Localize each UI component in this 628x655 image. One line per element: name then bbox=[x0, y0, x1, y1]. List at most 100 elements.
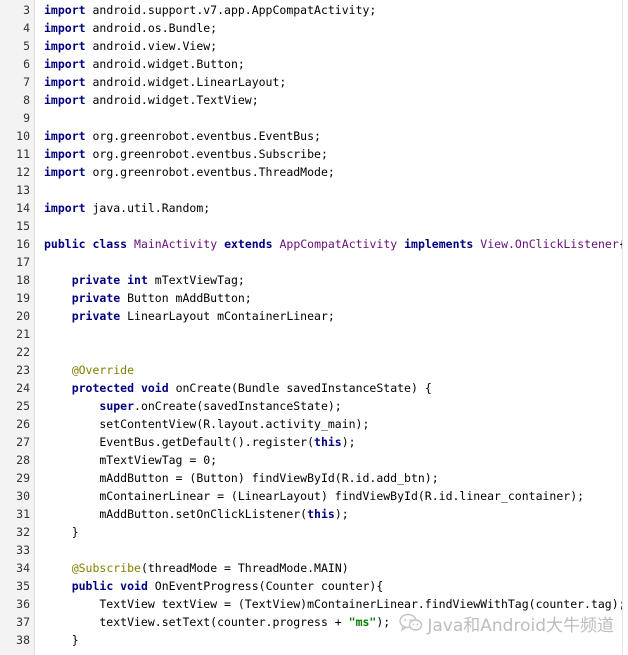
code-token: import bbox=[44, 93, 86, 107]
code-token: this bbox=[314, 435, 342, 449]
code-text: mContainerLinear = (LinearLayout) findVi… bbox=[44, 487, 584, 505]
code-token: (threadMode = ThreadMode.MAIN) bbox=[140, 561, 349, 575]
code-editor[interactable]: 3 import android.support.v7.app.AppCompat… bbox=[0, 0, 623, 655]
code-token: public void bbox=[71, 579, 148, 593]
line-number: 12 bbox=[16, 165, 30, 179]
code-token: import bbox=[44, 75, 86, 89]
code-text: mTextViewTag = 0; bbox=[44, 451, 217, 469]
code-text: import android.os.Bundle; bbox=[44, 19, 217, 37]
line-number: 17 bbox=[16, 255, 30, 269]
line-number: 8 bbox=[23, 93, 30, 107]
wechat-icon bbox=[399, 613, 423, 632]
code-token: private int bbox=[71, 273, 148, 287]
code-token: } bbox=[44, 633, 79, 647]
code-line: 20 private LinearLayout mContainerLinear… bbox=[0, 307, 622, 325]
code-text: import android.widget.TextView; bbox=[44, 91, 259, 109]
code-text: } bbox=[44, 631, 79, 649]
line-number: 11 bbox=[16, 147, 30, 161]
code-line: 7 import android.widget.LinearLayout; bbox=[0, 73, 622, 91]
code-text: textView.setText(counter.progress + "ms"… bbox=[44, 613, 390, 631]
code-text: super.onCreate(savedInstanceState); bbox=[44, 397, 342, 415]
line-number: 7 bbox=[23, 75, 30, 89]
code-text: @Override bbox=[44, 361, 134, 379]
line-number: 35 bbox=[16, 579, 30, 593]
code-line: 21 bbox=[0, 325, 622, 343]
line-number: 25 bbox=[16, 399, 30, 413]
line-number: 34 bbox=[16, 561, 30, 575]
code-token: android.view.View; bbox=[85, 39, 218, 53]
code-text: } bbox=[44, 523, 79, 541]
code-token: EventBus.getDefault().register( bbox=[44, 435, 315, 449]
code-line: 26 setContentView(R.layout.activity_main… bbox=[0, 415, 622, 433]
code-token: import bbox=[44, 3, 86, 17]
code-token: OnEventProgress(Counter counter){ bbox=[147, 579, 384, 593]
code-token: org.greenrobot.eventbus.Subscribe; bbox=[85, 147, 328, 161]
code-text: mAddButton.setOnClickListener(this); bbox=[44, 505, 348, 523]
code-line: 8 import android.widget.TextView; bbox=[0, 91, 622, 109]
code-line: 33 bbox=[0, 541, 622, 559]
code-token: AppCompatActivity bbox=[279, 237, 398, 251]
code-token: org.greenrobot.eventbus.ThreadMode; bbox=[85, 165, 335, 179]
code-line: 4 import android.os.Bundle; bbox=[0, 19, 622, 37]
line-number: 14 bbox=[16, 201, 30, 215]
line-number: 32 bbox=[16, 525, 30, 539]
code-line: 19 private Button mAddButton; bbox=[0, 289, 622, 307]
code-line: 27 EventBus.getDefault().register(this); bbox=[0, 433, 622, 451]
code-token: View.OnClickListener bbox=[480, 237, 619, 251]
code-line: 13 bbox=[0, 181, 622, 199]
code-text: public class MainActivity extends AppCom… bbox=[44, 235, 622, 253]
code-line: 29 mAddButton = (Button) findViewById(R.… bbox=[0, 469, 622, 487]
code-token: Button mAddButton; bbox=[120, 291, 252, 305]
code-token: mTextViewTag; bbox=[147, 273, 245, 287]
code-token: mContainerLinear = (LinearLayout) findVi… bbox=[44, 489, 585, 503]
code-token: java.util.Random; bbox=[85, 201, 211, 215]
line-number: 20 bbox=[16, 309, 30, 323]
line-number: 31 bbox=[16, 507, 30, 521]
code-token: implements bbox=[404, 237, 474, 251]
code-token: { bbox=[619, 237, 622, 251]
code-token: android.os.Bundle; bbox=[85, 21, 218, 35]
code-line: 5 import android.view.View; bbox=[0, 37, 622, 55]
line-number: 9 bbox=[23, 111, 30, 125]
code-token: import bbox=[44, 21, 86, 35]
code-text: public void OnEventProgress(Counter coun… bbox=[44, 577, 384, 595]
code-token: } bbox=[44, 525, 79, 539]
code-token: mTextViewTag = 0; bbox=[44, 453, 218, 467]
code-token: @Override bbox=[71, 363, 135, 377]
line-number: 33 bbox=[16, 543, 30, 557]
code-line: 9 bbox=[0, 109, 622, 127]
line-number: 22 bbox=[16, 345, 30, 359]
code-line: 10 import org.greenrobot.eventbus.EventBu… bbox=[0, 127, 622, 145]
line-number: 15 bbox=[16, 219, 30, 233]
code-token: mAddButton = (Button) findViewById(R.id.… bbox=[44, 471, 439, 485]
line-number: 26 bbox=[16, 417, 30, 431]
code-token: public class bbox=[44, 237, 128, 251]
code-text: private int mTextViewTag; bbox=[44, 271, 245, 289]
code-line: 35 public void OnEventProgress(Counter c… bbox=[0, 577, 622, 595]
line-number: 27 bbox=[16, 435, 30, 449]
code-token: LinearLayout mContainerLinear; bbox=[120, 309, 335, 323]
code-token: ); bbox=[376, 615, 391, 629]
code-token: this bbox=[307, 507, 335, 521]
code-token: android.widget.Button; bbox=[85, 57, 245, 71]
code-text: import android.view.View; bbox=[44, 37, 217, 55]
code-line: 23 @Override bbox=[0, 361, 622, 379]
code-line: 24 protected void onCreate(Bundle savedI… bbox=[0, 379, 622, 397]
code-line: 18 private int mTextViewTag; bbox=[0, 271, 622, 289]
line-number: 37 bbox=[16, 615, 30, 629]
code-token: android.support.v7.app.AppCompatActivity… bbox=[85, 3, 377, 17]
code-token: TextView textView = (TextView)mContainer… bbox=[44, 597, 623, 611]
code-token: protected void bbox=[71, 381, 169, 395]
code-token: import bbox=[44, 165, 86, 179]
code-line: 17 bbox=[0, 253, 622, 271]
code-line: 12 import org.greenrobot.eventbus.ThreadM… bbox=[0, 163, 622, 181]
code-token: .onCreate(savedInstanceState); bbox=[134, 399, 342, 413]
code-line: 32 } bbox=[0, 523, 622, 541]
line-number: 30 bbox=[16, 489, 30, 503]
